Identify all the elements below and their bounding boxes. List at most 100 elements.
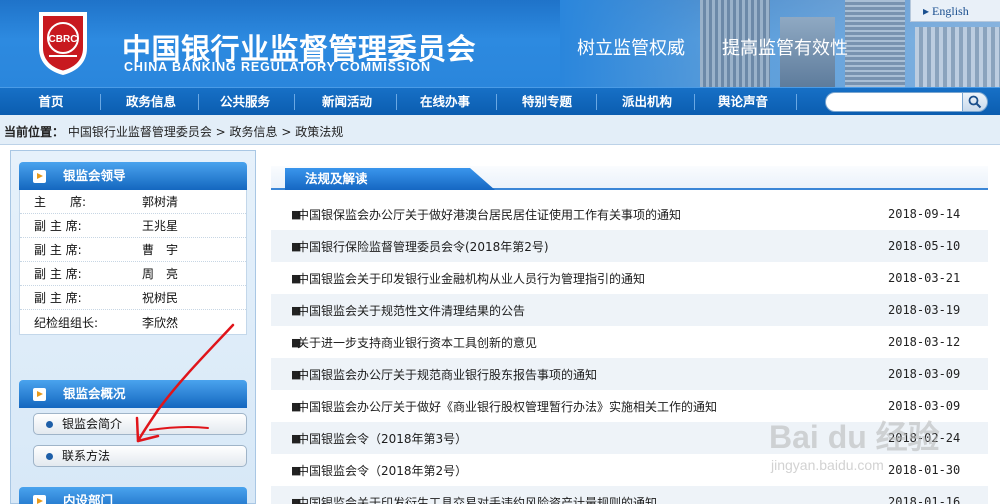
leader-role: 纪检组组长: (34, 315, 99, 330)
cbrc-intro-label: 银监会简介 (62, 417, 123, 431)
departments-box-title: 内设部门 (63, 493, 114, 504)
skyline-building (915, 27, 1000, 87)
breadcrumb-path[interactable]: 中国银行业监督管理委员会 > 政务信息 > 政策法规 (68, 125, 343, 139)
news-title[interactable]: 中国银保监会办公厅关于做好港澳台居民居住证使用工作有关事项的通知 (297, 206, 888, 223)
breadcrumb-lead: 当前位置： (4, 125, 65, 139)
orange-arrow-icon (33, 170, 46, 183)
nav-divider (294, 94, 295, 110)
nav-item-news[interactable]: 新闻活动 (308, 88, 386, 116)
news-item[interactable]: ■ 中国银监会关于印发衍生工具交易对手违约风险资产计量规则的通知 2018-01… (271, 486, 988, 504)
news-item[interactable]: ■ 关于进一步支持商业银行资本工具创新的意见 2018-03-12 (271, 326, 988, 358)
departments-box-header: 内设部门 (19, 487, 247, 504)
news-title[interactable]: 中国银监会关于规范性文件清理结果的公告 (297, 302, 888, 319)
leader-name[interactable]: 郭树清 (142, 193, 246, 210)
contact-button[interactable]: 联系方法 (33, 445, 247, 467)
search-input[interactable] (825, 92, 963, 112)
tab-regulations[interactable]: 法规及解读 (285, 168, 495, 190)
leader-row: 副 主 席: 周 亮 (20, 262, 246, 286)
left-sidebar: 银监会领导 主 席: 郭树清 副 主 席: 王兆星 副 主 席: 曹 宇 副 主… (10, 150, 256, 504)
news-item[interactable]: ■ 中国银监会办公厅关于规范商业银行股东报告事项的通知 2018-03-09 (271, 358, 988, 390)
nav-divider (198, 94, 199, 110)
bullet-icon: ■ (291, 207, 302, 221)
bullet-icon: ■ (291, 303, 302, 317)
search-button[interactable] (962, 92, 988, 112)
leader-name[interactable]: 王兆星 (142, 217, 246, 234)
news-date: 2018-03-21 (888, 271, 961, 285)
nav-item-branches[interactable]: 派出机构 (608, 88, 686, 116)
leader-row: 副 主 席: 王兆星 (20, 214, 246, 238)
nav-divider (796, 94, 797, 110)
bullet-icon: ■ (291, 431, 302, 445)
svg-text:CBRC: CBRC (49, 34, 78, 45)
leaders-list: 主 席: 郭树清 副 主 席: 王兆星 副 主 席: 曹 宇 副 主 席: 周 … (19, 190, 247, 335)
leader-row: 纪检组组长: 李欣然 (20, 310, 246, 334)
news-item[interactable]: ■ 中国银监会关于印发银行业金融机构从业人员行为管理指引的通知 2018-03-… (271, 262, 988, 294)
bullet-icon: ■ (291, 239, 302, 253)
news-title[interactable]: 中国银监会关于印发衍生工具交易对手违约风险资产计量规则的通知 (297, 494, 888, 504)
slogan-left: 树立监管权威 (577, 38, 685, 59)
news-title[interactable]: 中国银监会办公厅关于规范商业银行股东报告事项的通知 (297, 366, 888, 383)
nav-item-special-topics[interactable]: 特别专题 (508, 88, 586, 116)
bullet-icon: ■ (291, 271, 302, 285)
leader-role: 副 主 席: (34, 291, 82, 305)
leader-role: 副 主 席: (34, 267, 82, 281)
site-header: CBRC 中国银行业监督管理委员会 CHINA BANKING REGULATO… (0, 0, 1000, 87)
cbrc-intro-button[interactable]: 银监会简介 (33, 413, 247, 435)
nav-item-online-service[interactable]: 在线办事 (406, 88, 484, 116)
watermark-url: jingyan.baidu.com (770, 457, 884, 473)
nav-divider (100, 94, 101, 110)
nav-item-gov-info[interactable]: 政务信息 (112, 88, 190, 116)
site-title-english: CHINA BANKING REGULATORY COMMISSION (124, 60, 431, 74)
news-date: 2018-03-09 (888, 367, 961, 381)
leader-row: 副 主 席: 曹 宇 (20, 238, 246, 262)
leader-role: 副 主 席: (34, 243, 82, 257)
nav-divider (596, 94, 597, 110)
nav-item-home[interactable]: 首页 (18, 88, 84, 116)
slogan-right: 提高监管有效性 (722, 38, 848, 59)
news-title[interactable]: 中国银行保险监督管理委员会令(2018年第2号) (297, 238, 888, 255)
main-nav: 首页 政务信息 公共服务 新闻活动 在线办事 特别专题 派出机构 舆论声音 (0, 87, 1000, 115)
nav-divider (694, 94, 695, 110)
nav-divider (396, 94, 397, 110)
breadcrumb: 当前位置： 中国银行业监督管理委员会 > 政务信息 > 政策法规 (0, 115, 1000, 145)
magnifier-icon (968, 95, 982, 109)
news-item[interactable]: ■ 中国银行保险监督管理委员会令(2018年第2号) 2018-05-10 (271, 230, 988, 262)
bullet-icon: ■ (291, 367, 302, 381)
overview-box-header: 银监会概况 (19, 380, 247, 408)
nav-divider (496, 94, 497, 110)
orange-arrow-icon (33, 495, 46, 504)
bullet-dot-icon (46, 421, 53, 428)
news-date: 2018-01-16 (888, 495, 961, 504)
leader-name[interactable]: 周 亮 (142, 265, 246, 282)
leader-role: 副 主 席: (34, 219, 82, 233)
nav-item-public-service[interactable]: 公共服务 (206, 88, 284, 116)
cbrc-emblem-icon[interactable]: CBRC (35, 8, 91, 76)
tab-bar: 法规及解读 (271, 166, 988, 190)
baidu-paw-icon: Bai du 经验 jingyan.baidu.com (769, 419, 940, 473)
news-item[interactable]: ■ 中国银保监会办公厅关于做好港澳台居民居住证使用工作有关事项的通知 2018-… (271, 198, 988, 230)
leaders-box-header: 银监会领导 (19, 162, 247, 190)
news-title[interactable]: 关于进一步支持商业银行资本工具创新的意见 (297, 334, 888, 351)
contact-label: 联系方法 (62, 449, 111, 463)
watermark-brand: Bai du 经验 (769, 419, 940, 455)
leaders-box-title: 银监会领导 (63, 168, 126, 183)
news-date: 2018-03-19 (888, 303, 961, 317)
skyline-building (845, 0, 905, 87)
bullet-icon: ■ (291, 335, 302, 349)
leader-name[interactable]: 祝树民 (142, 289, 246, 306)
nav-item-public-opinion[interactable]: 舆论声音 (704, 88, 782, 116)
english-link[interactable]: ▸ English (910, 0, 1000, 22)
news-date: 2018-09-14 (888, 207, 961, 221)
orange-arrow-icon (33, 388, 46, 401)
leader-name[interactable]: 李欣然 (142, 314, 246, 331)
leader-row: 主 席: 郭树清 (20, 190, 246, 214)
bullet-icon: ■ (291, 463, 302, 477)
bullet-icon: ■ (291, 399, 302, 413)
overview-box-title: 银监会概况 (63, 386, 126, 401)
leader-row: 副 主 席: 祝树民 (20, 286, 246, 310)
bullet-dot-icon (46, 453, 53, 460)
leader-name[interactable]: 曹 宇 (142, 241, 246, 258)
news-title[interactable]: 中国银监会关于印发银行业金融机构从业人员行为管理指引的通知 (297, 270, 888, 287)
news-item[interactable]: ■ 中国银监会关于规范性文件清理结果的公告 2018-03-19 (271, 294, 988, 326)
baidu-watermark: Bai du 经验 jingyan.baidu.com (765, 408, 995, 478)
